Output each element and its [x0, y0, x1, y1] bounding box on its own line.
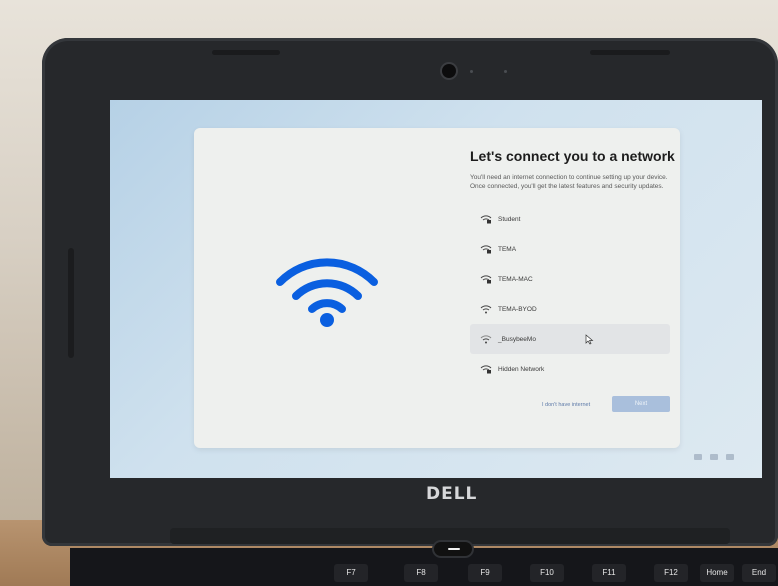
network-icon[interactable]	[710, 454, 718, 460]
accessibility-icon[interactable]	[694, 454, 702, 460]
volume-icon[interactable]	[726, 454, 734, 460]
network-name: TEMA	[498, 245, 517, 253]
network-item-busybeemo[interactable]: _BusybeeMo	[470, 324, 670, 354]
page-description: You'll need an internet connection to co…	[470, 174, 668, 190]
key-f8[interactable]: F8	[404, 564, 438, 582]
wifi-icon	[276, 258, 378, 327]
network-name: TEMA-BYOD	[498, 305, 537, 313]
lid-bumper-left	[212, 50, 280, 55]
wifi-lock-icon	[480, 365, 492, 374]
mouse-cursor-icon	[585, 334, 594, 345]
wifi-icon	[480, 335, 492, 344]
wifi-lock-icon	[480, 245, 492, 254]
webcam-indicator	[470, 70, 473, 73]
network-name: Hidden Network	[498, 365, 545, 373]
key-f7[interactable]: F7	[334, 564, 368, 582]
wifi-lock-icon	[480, 275, 492, 284]
webcam	[442, 64, 456, 78]
next-button[interactable]: Next	[612, 396, 670, 412]
network-list: Student TEMA TEMA-MAC TEMA-BYOD _Busybee…	[470, 204, 670, 384]
network-name: _BusybeeMo	[498, 335, 536, 343]
network-name: TEMA-MAC	[498, 275, 533, 283]
lid-bumper-right	[590, 50, 670, 55]
network-item-tema[interactable]: TEMA	[470, 234, 670, 264]
key-f10[interactable]: F10	[530, 564, 564, 582]
webcam-sensor	[504, 70, 507, 73]
laptop-screen: Let's connect you to a network You'll ne…	[110, 100, 762, 478]
key-f9[interactable]: F9	[468, 564, 502, 582]
wifi-lock-icon	[480, 215, 492, 224]
wifi-icon	[480, 305, 492, 314]
network-item-hidden[interactable]: Hidden Network	[470, 354, 670, 384]
system-tray	[694, 454, 734, 460]
no-internet-link[interactable]: I don't have internet	[542, 402, 590, 408]
power-indicator	[448, 548, 460, 550]
keyboard: F7 F8 F9 F10 F11 F12 Home End	[70, 548, 778, 586]
network-name: Student	[498, 215, 521, 223]
network-item-student[interactable]: Student	[470, 204, 670, 234]
brand-logo: DELL	[426, 484, 478, 504]
page-title: Let's connect you to a network	[470, 148, 675, 164]
network-item-tema-byod[interactable]: TEMA-BYOD	[470, 294, 670, 324]
key-end[interactable]: End	[742, 564, 776, 582]
key-f11[interactable]: F11	[592, 564, 626, 582]
network-setup-card: Let's connect you to a network You'll ne…	[194, 128, 680, 448]
key-home[interactable]: Home	[700, 564, 734, 582]
network-item-tema-mac[interactable]: TEMA-MAC	[470, 264, 670, 294]
key-f12[interactable]: F12	[654, 564, 688, 582]
lid-side-bumper	[68, 248, 74, 358]
